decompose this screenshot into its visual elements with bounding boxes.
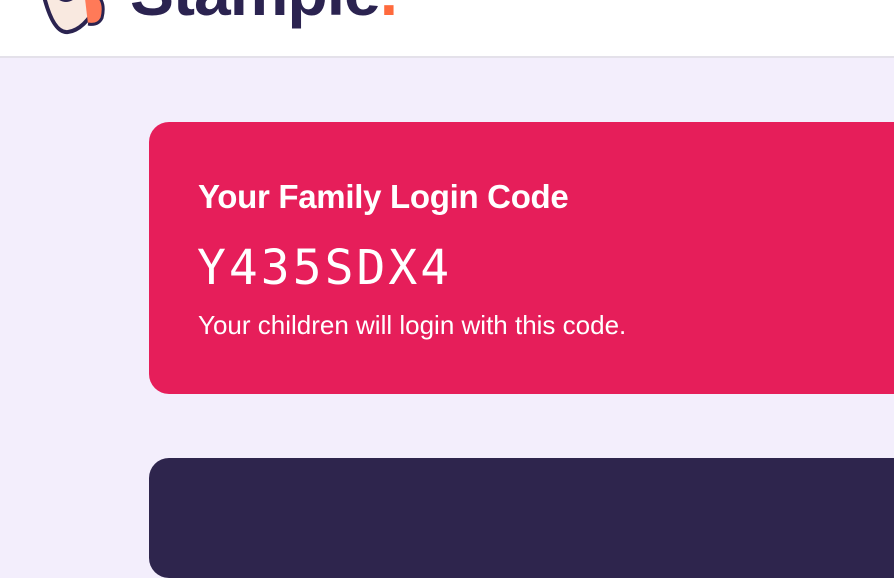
login-code-value: Y435SDX4	[197, 240, 453, 296]
stamp-mascot-icon	[42, 0, 105, 34]
login-code-title: Your Family Login Code	[198, 178, 569, 215]
logo-wordmark: Stample.	[130, 0, 398, 30]
logo-text: Stample	[130, 0, 381, 29]
logo-dot: .	[380, 0, 398, 29]
top-header: Stample.	[0, 0, 894, 58]
login-code-note: Your children will login with this code.	[198, 310, 627, 340]
family-login-code-card: Your Family Login Code Y435SDX4 Your chi…	[149, 122, 894, 394]
next-section-card	[149, 458, 894, 578]
logo-link[interactable]	[22, 0, 122, 41]
